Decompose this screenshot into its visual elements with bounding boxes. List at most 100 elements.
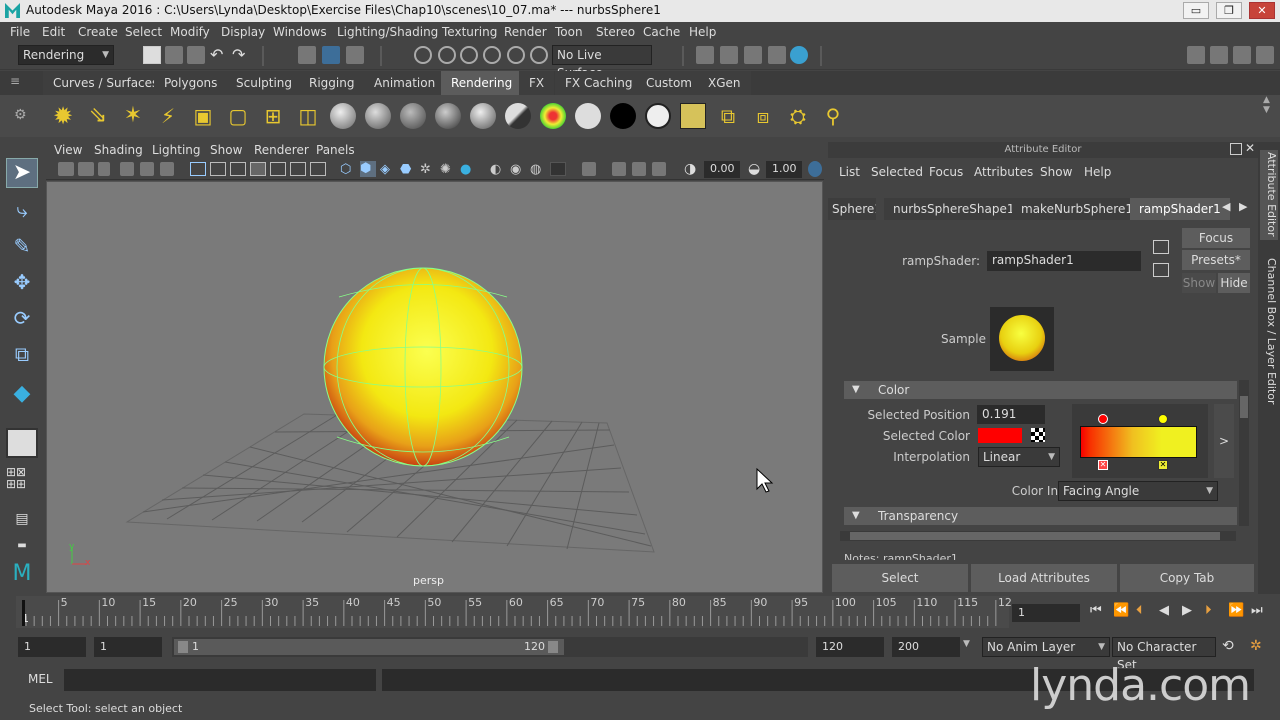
render-current-icon[interactable]: [680, 103, 706, 129]
xray-joints-icon[interactable]: [612, 162, 626, 176]
horizontal-scrollbar-thumb[interactable]: [850, 532, 1220, 540]
lambert-shader-icon[interactable]: [365, 103, 391, 129]
horizontal-scrollbar[interactable]: [840, 531, 1236, 541]
tab-scroll-left-icon[interactable]: ◀: [1222, 200, 1234, 218]
ae-menu-attributes[interactable]: Attributes: [974, 165, 1033, 179]
node-name-field[interactable]: rampShader1: [987, 251, 1141, 271]
volume-light-icon[interactable]: ▢: [225, 103, 251, 129]
shadows-icon[interactable]: ✺: [440, 162, 456, 177]
gamma-field[interactable]: 1.00: [766, 161, 802, 178]
copy-tab-button[interactable]: Copy Tab: [1120, 564, 1254, 592]
menu-stereo[interactable]: Stereo: [596, 25, 635, 39]
ae-menu-list[interactable]: List: [839, 165, 860, 179]
menu-toon[interactable]: Toon: [555, 25, 583, 39]
close-button[interactable]: ✕: [1249, 2, 1275, 19]
menu-texturing[interactable]: Texturing: [442, 25, 497, 39]
ae-tab-nurbs-sphere-shape[interactable]: nurbsSphereShape1: [884, 198, 1024, 220]
toggle-tool-settings-icon[interactable]: [1233, 46, 1251, 64]
lasso-tool-icon[interactable]: ⤷: [6, 196, 38, 226]
phong-shader-icon[interactable]: [400, 103, 426, 129]
minimize-button[interactable]: ▭: [1183, 2, 1209, 19]
step-forward-frame-icon[interactable]: ⏩: [1228, 603, 1246, 621]
interpolation-dropdown[interactable]: Linear ▼: [978, 447, 1060, 467]
vertical-scrollbar-thumb[interactable]: [1240, 396, 1248, 418]
perspective-viewport[interactable]: y x persp: [46, 181, 823, 593]
snap-grid-icon[interactable]: [414, 46, 432, 64]
step-back-frame-icon[interactable]: ⏪: [1113, 603, 1131, 621]
xray-active-icon[interactable]: [632, 162, 646, 176]
render-sequence-icon[interactable]: ⧉: [715, 103, 741, 129]
surface-shader-icon[interactable]: [575, 103, 601, 129]
viewport-menu-show[interactable]: Show: [210, 143, 242, 157]
phonge-shader-icon[interactable]: [435, 103, 461, 129]
ramp-expand-button[interactable]: >: [1214, 404, 1234, 478]
snap-view-plane-icon[interactable]: [483, 46, 501, 64]
area-light-icon[interactable]: ▣: [190, 103, 216, 129]
single-perspective-layout-icon[interactable]: [6, 428, 38, 458]
menu-modify[interactable]: Modify: [170, 25, 210, 39]
color-input-dropdown[interactable]: Facing Angle ▼: [1058, 481, 1218, 501]
animation-end-field[interactable]: 200: [892, 637, 960, 657]
workspace-icon[interactable]: [1187, 46, 1205, 64]
toggle-channel-box-icon[interactable]: [1256, 46, 1274, 64]
shelf-tab-xgen[interactable]: XGen: [698, 71, 751, 95]
step-forward-key-icon[interactable]: ⏵: [1205, 603, 1223, 621]
close-panel-icon[interactable]: ✕: [1245, 141, 1257, 155]
ramp-top-handle-yellow[interactable]: [1158, 414, 1168, 424]
scale-tool-icon[interactable]: ⧉: [6, 340, 38, 370]
camera-aim-icon[interactable]: ◫: [295, 103, 321, 129]
ae-menu-focus[interactable]: Focus: [929, 165, 963, 179]
depth-of-field-icon[interactable]: ◍: [530, 162, 546, 177]
command-input[interactable]: [64, 669, 376, 691]
shelf-tab-rigging[interactable]: Rigging: [299, 71, 365, 95]
point-light-icon[interactable]: ✶: [120, 103, 146, 129]
outliner-layout-icon[interactable]: ▤: [6, 506, 38, 532]
snap-curve-icon[interactable]: [438, 46, 456, 64]
viewport-menu-shading[interactable]: Shading: [94, 143, 143, 157]
gate-mask-icon[interactable]: [250, 162, 266, 176]
mel-label[interactable]: MEL: [28, 672, 53, 686]
bookmark-icon[interactable]: [98, 162, 110, 176]
ipr-render-icon[interactable]: [744, 46, 762, 64]
gamma-icon[interactable]: ◒: [748, 161, 764, 177]
hypershade-icon[interactable]: [790, 46, 808, 64]
menuset-dropdown[interactable]: Rendering ▼: [18, 45, 114, 65]
use-background-icon[interactable]: [610, 103, 636, 129]
shelf-tab-polygons[interactable]: Polygons: [154, 71, 228, 95]
shelf-tab-animation[interactable]: Animation: [364, 71, 446, 95]
ramp-widget[interactable]: ✕ ✕: [1072, 404, 1208, 478]
snap-live-icon[interactable]: [530, 46, 548, 64]
play-backwards-icon[interactable]: ◀: [1159, 603, 1177, 621]
shading-map-icon[interactable]: [645, 103, 671, 129]
anim-layer-dropdown[interactable]: No Anim Layer ▼: [982, 637, 1110, 657]
multisample-aa-icon[interactable]: ◉: [510, 162, 526, 177]
shelf-tab-sculpting[interactable]: Sculpting: [226, 71, 303, 95]
two-d-pan-zoom-icon[interactable]: [140, 162, 154, 176]
chevron-down-icon[interactable]: ▼: [963, 639, 975, 657]
maya-home-icon[interactable]: M: [6, 560, 38, 590]
save-scene-icon[interactable]: [187, 46, 205, 64]
xray-icon[interactable]: [550, 162, 566, 176]
ae-menu-selected[interactable]: Selected: [871, 165, 923, 179]
presets-button[interactable]: Presets*: [1182, 250, 1250, 270]
undo-icon[interactable]: ↶: [210, 45, 228, 64]
paint-select-tool-icon[interactable]: ✎: [6, 232, 38, 262]
ramp-shader-icon[interactable]: [540, 103, 566, 129]
animation-preferences-icon[interactable]: ✲: [1250, 638, 1268, 656]
render-settings-icon[interactable]: [768, 46, 786, 64]
backface-culling-icon[interactable]: [652, 162, 666, 176]
ae-tab-make-nurb-sphere[interactable]: makeNurbSphere1: [1012, 198, 1142, 220]
select-object-icon[interactable]: [322, 46, 340, 64]
safe-action-icon[interactable]: [290, 162, 306, 176]
shelf-tab-rendering[interactable]: Rendering: [441, 71, 523, 95]
ramp-delete-handle-red[interactable]: ✕: [1098, 460, 1108, 470]
live-surface-field[interactable]: No Live Surface: [552, 45, 652, 80]
show-button[interactable]: Show: [1182, 273, 1216, 293]
menu-file[interactable]: File: [10, 25, 30, 39]
current-time-indicator[interactable]: [22, 600, 25, 626]
shelf-options-icon[interactable]: ≡: [10, 74, 26, 92]
menu-edit[interactable]: Edit: [42, 25, 65, 39]
color-section-header[interactable]: ▼ Color: [844, 381, 1237, 399]
tab-scroll-right-icon[interactable]: ▶: [1239, 200, 1251, 218]
menu-create[interactable]: Create: [78, 25, 118, 39]
